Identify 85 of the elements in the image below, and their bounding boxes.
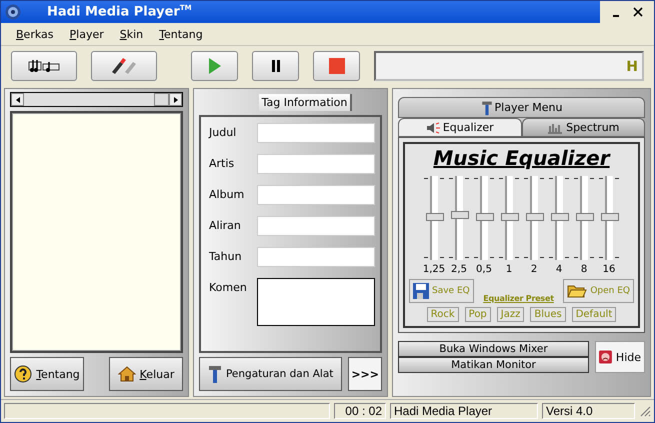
menu-item[interactable]: Tentang [159,28,203,40]
equalizer-title: Music Equalizer [433,146,610,170]
menu-item[interactable]: Berkas [16,28,54,40]
music-notes-icon [27,58,61,74]
tools-icon [208,364,222,384]
band-label: 1 [506,264,512,275]
band-slider[interactable] [474,176,494,260]
pause-button[interactable] [252,51,299,81]
sad-face-icon [599,349,612,365]
band-label: 0,5 [476,264,492,275]
more-button[interactable]: >>> [348,357,382,391]
brush-icon [109,57,139,75]
menu-button[interactable]: Matikan Monitor [398,357,589,373]
minimize-icon [613,15,619,17]
window-title: Hadi Media Player$^{TM}$ [47,4,193,20]
input-field[interactable] [257,247,375,267]
menu-item[interactable]: Skin [120,28,144,40]
band-label: 4 [556,264,562,275]
band-label: 2,5 [451,264,467,275]
comment-field[interactable] [257,278,375,326]
input-field[interactable] [257,216,375,236]
settings-button[interactable]: Pengaturan dan Alat [199,357,342,391]
folder-icon [567,284,588,298]
slider-thumb[interactable] [576,213,594,221]
band-slider[interactable] [599,176,619,260]
band-label: 16 [602,264,616,275]
menu-item[interactable]: Player [70,28,104,40]
field-label: Aliran [209,218,242,232]
scroll-thumb[interactable] [154,93,169,106]
tab[interactable]: Spectrum [522,118,645,137]
slider-thumb[interactable] [501,213,519,221]
horizontal-scrollbar[interactable] [10,92,183,107]
tools-icon [480,100,493,116]
version-text: Versi 4.0 [542,403,635,419]
display-text: H [626,59,638,75]
play-icon [208,57,222,75]
close-icon [633,7,643,17]
scroll-left-icon[interactable] [11,93,24,106]
field-label: Artis [209,156,236,170]
slider-thumb[interactable] [526,213,544,221]
tab[interactable]: Equalizer [398,118,522,137]
field-label: Tahun [209,249,243,263]
stop-icon [328,58,344,74]
slider-thumb[interactable] [451,211,469,220]
resize-grip-icon [639,405,651,417]
exit-button[interactable]: Keluar [109,357,183,391]
playlist-button[interactable] [11,51,77,81]
band-slider[interactable] [549,176,569,260]
scroll-right-icon[interactable] [169,93,182,106]
input-field[interactable] [257,185,375,205]
band-slider[interactable] [499,176,519,260]
speaker-icon [426,122,440,134]
input-field[interactable] [257,154,375,174]
band-label: 1,25 [422,264,446,275]
band-slider[interactable] [524,176,544,260]
field-label: Album [209,187,246,201]
slider-thumb[interactable] [601,213,619,221]
band-slider[interactable] [424,176,444,260]
stop-button[interactable] [313,51,360,81]
about-button[interactable]: Tentang [10,357,84,391]
field-label: Komen [209,280,248,294]
skin-button[interactable] [91,51,157,81]
play-button[interactable] [191,51,238,81]
field-label: Judul [209,125,238,139]
band-slider[interactable] [574,176,594,260]
status-text: Hadi Media Player [390,403,538,419]
input-field[interactable] [257,123,375,143]
slider-thumb[interactable] [426,213,444,221]
playlist-box[interactable] [10,111,183,353]
player-menu-tab[interactable]: Player Menu [398,97,645,118]
spectrum-icon [547,122,564,134]
band-slider[interactable] [449,176,469,260]
pause-icon [272,60,280,72]
tag-information-tab[interactable]: Tag Information [258,94,352,111]
slider-thumb[interactable] [476,213,494,221]
house-icon [118,365,136,383]
menu-button[interactable]: Buka Windows Mixer [398,341,589,357]
slider-thumb[interactable] [551,213,569,221]
preset-label: Equalizer Preset [483,294,554,303]
question-icon [14,365,32,383]
hide-button[interactable]: Hide [595,341,645,373]
band-label: 8 [580,264,588,275]
time-display: 00 : 02 [334,403,386,419]
app-icon [5,4,21,20]
band-label: 2 [530,264,538,275]
